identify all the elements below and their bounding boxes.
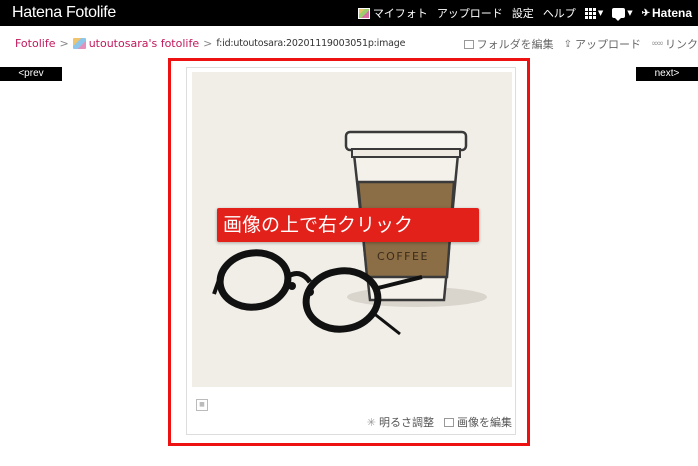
nav-help[interactable]: ヘルプ — [543, 5, 576, 21]
nav-myfoto-label: マイフォト — [372, 7, 428, 20]
edit-folder-button[interactable]: フォルダを編集 — [463, 36, 554, 52]
link-button[interactable]: ∞∞ リンク — [651, 36, 698, 52]
upload-button[interactable]: ⇪ アップロード — [564, 36, 641, 52]
nav-myfoto[interactable]: マイフォト — [357, 5, 428, 21]
link-label: リンク — [665, 38, 698, 51]
edit-icon — [444, 417, 454, 427]
nav-upload[interactable]: アップロード — [437, 5, 503, 21]
image-tools: ✳ 明るさ調整 画像を編集 — [357, 414, 512, 430]
link-icon: ∞∞ — [651, 39, 664, 49]
breadcrumb: Fotolife > utoutosara's fotolife > f:id:… — [15, 37, 405, 50]
image-info-icon[interactable]: ■ — [196, 399, 208, 411]
speech-bubble-icon — [612, 8, 626, 21]
folder-icon — [463, 39, 474, 49]
edit-image-button[interactable]: 画像を編集 — [444, 414, 512, 430]
edit-image-label: 画像を編集 — [457, 416, 512, 429]
sun-icon: ✳ — [366, 415, 376, 429]
breadcrumb-image-id: f:id:utoutosara:20201119003051p:image — [216, 38, 406, 49]
breadcrumb-separator: > — [59, 37, 69, 50]
apps-menu[interactable]: ▼ — [584, 7, 604, 19]
prev-button[interactable]: <prev — [0, 67, 62, 81]
brightness-label: 明るさ調整 — [379, 416, 434, 429]
highlight-frame — [168, 58, 530, 446]
brightness-button[interactable]: ✳ 明るさ調整 — [367, 414, 434, 430]
user-album-icon — [72, 38, 86, 49]
page-tools: フォルダを編集 ⇪ アップロード ∞∞ リンク — [454, 36, 698, 52]
instruction-callout: 画像の上で右クリック — [217, 208, 479, 242]
upload-icon: ⇪ — [563, 38, 572, 50]
chevron-down-icon: ▼ — [627, 9, 633, 17]
upload-label: アップロード — [575, 38, 641, 51]
hatena-label: Hatena — [651, 6, 692, 20]
edit-folder-label: フォルダを編集 — [476, 38, 554, 51]
top-bar: Hatena Fotolife マイフォト アップロード 設定 ヘルプ ▼ ▼ … — [0, 0, 698, 26]
next-button[interactable]: next> — [636, 67, 698, 81]
photo-album-icon — [357, 7, 370, 19]
breadcrumb-fotolife[interactable]: Fotolife — [15, 37, 55, 50]
notifications-menu[interactable]: ▼ — [612, 8, 633, 21]
top-nav: マイフォト アップロード 設定 ヘルプ ▼ ▼ ✈ Hatena — [349, 0, 692, 26]
breadcrumb-separator: > — [203, 37, 213, 50]
breadcrumb-user[interactable]: utoutosara's fotolife — [89, 37, 199, 50]
brand-logo[interactable]: Hatena Fotolife — [12, 4, 116, 22]
hatena-account[interactable]: ✈ Hatena — [642, 6, 692, 20]
nav-settings[interactable]: 設定 — [512, 5, 534, 21]
apps-grid-icon — [584, 7, 596, 19]
hatena-bird-icon: ✈ — [641, 7, 650, 19]
chevron-down-icon: ▼ — [597, 9, 604, 17]
